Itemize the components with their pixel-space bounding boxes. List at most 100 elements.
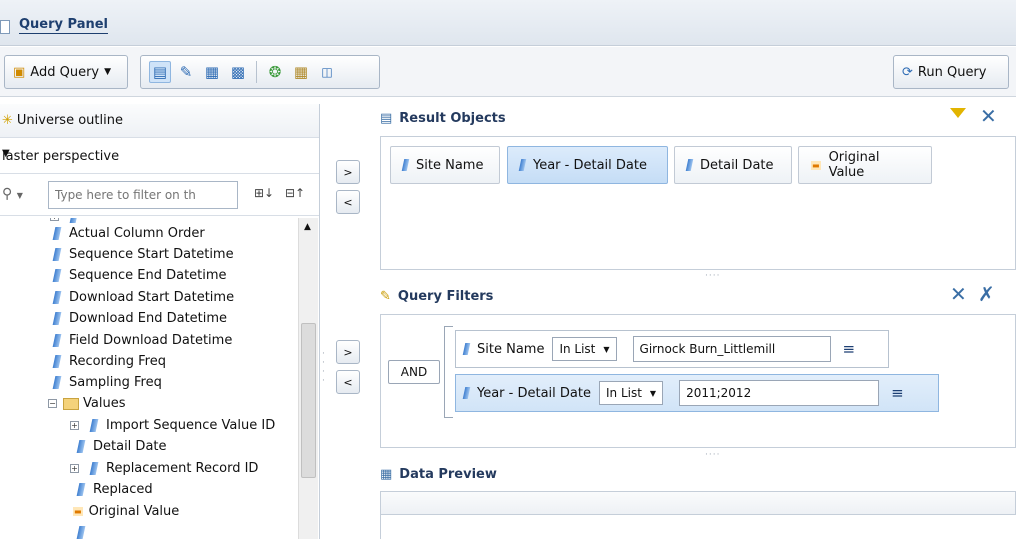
tree-item[interactable]: Sequence End Datetime [52, 265, 227, 286]
data-preview-column-header [380, 491, 1016, 515]
data-preview-title: Data Preview [399, 466, 497, 482]
tree-item[interactable]: + Replacement Record ID [70, 458, 258, 479]
query-filters-icon: ✎ [380, 288, 391, 304]
perspective-dropdown[interactable]: laster perspective ▼ [0, 138, 319, 174]
tree-item[interactable]: Replaced [76, 479, 153, 500]
combined-query-icon[interactable]: ❂ [264, 61, 286, 83]
dimension-icon [52, 312, 62, 325]
result-chip-detail-date[interactable]: Detail Date [674, 146, 792, 184]
tree-item[interactable]: Recording Freq [52, 351, 166, 372]
dimension-icon [76, 526, 86, 539]
filter-year-detail-date[interactable]: Year - Detail Date In List ▼ 2011;2012 ≡ [455, 374, 939, 412]
tree-item[interactable]: Field Download Datetime [52, 330, 232, 351]
universe-outline-header: ✳ Universe outline [0, 104, 319, 138]
filter-funnel-icon[interactable] [950, 108, 966, 118]
remove-filter-icon[interactable]: ✗ [978, 282, 995, 306]
measure-icon: ▬ [811, 160, 821, 170]
dimension-icon [685, 159, 694, 171]
tree-folder-values[interactable]: − Values [48, 393, 125, 414]
list-values-icon[interactable]: ≡ [843, 340, 856, 358]
tree-item[interactable]: ▬ Original Value [73, 501, 179, 522]
run-query-button[interactable]: ⟳ Run Query [893, 55, 1009, 89]
dimension-icon [89, 462, 99, 475]
dimension-icon [89, 419, 99, 432]
measure-icon: ▬ [73, 507, 83, 516]
tree-item[interactable]: Sequence Start Datetime [52, 244, 234, 265]
properties-icon[interactable]: ▦ [290, 61, 312, 83]
dimension-icon [52, 269, 62, 282]
tree-item-partial [76, 522, 93, 539]
add-query-label: Add Query [30, 64, 100, 80]
filter-value-input[interactable]: Girnock Burn_Littlemill [632, 336, 831, 362]
collapse-icon[interactable]: − [48, 399, 57, 408]
run-query-label: Run Query [917, 64, 987, 80]
list-values-icon[interactable]: ≡ [891, 384, 904, 402]
expand-icon[interactable]: + [70, 421, 79, 430]
data-preview-grid [380, 515, 1016, 539]
result-chip-original-value[interactable]: ▬ Original Value [798, 146, 932, 184]
remove-result-object-button[interactable]: < [336, 190, 360, 214]
grid-view-icon[interactable]: ▩ [227, 61, 249, 83]
filter-operator-select[interactable]: In List ▼ [552, 337, 617, 361]
outline-filter-input[interactable] [48, 181, 238, 209]
and-operator-button[interactable]: AND [388, 360, 440, 384]
title-bar: Query Panel [0, 0, 1016, 46]
chevron-down-icon: ▼ [649, 388, 657, 398]
scroll-up-icon[interactable]: ▲ [304, 222, 311, 232]
filter-operator-select[interactable]: In List ▼ [598, 381, 664, 405]
dimension-icon [52, 227, 62, 240]
clear-filters-icon[interactable]: ✕ [950, 282, 967, 306]
view-toolbar-group: ▤ ✎ ▦ ▩ ❂ ▦ ◫ [140, 55, 380, 89]
data-preview-header: ▦ Data Preview [378, 458, 1016, 490]
window-title: Query Panel [19, 17, 109, 34]
filter-options-icon[interactable]: ⚲ ▼ [2, 186, 23, 202]
view-sql-icon[interactable]: ◫ [316, 61, 338, 83]
dimension-icon [52, 355, 62, 368]
expand-icon: + [50, 218, 59, 221]
dimension-icon [52, 291, 62, 304]
query-filters-header: ✎ Query Filters [378, 280, 1016, 312]
dimension-icon [76, 440, 86, 453]
dimension-icon [462, 343, 471, 355]
remove-filter-button[interactable]: < [336, 370, 360, 394]
dimension-icon [518, 159, 527, 171]
add-result-object-button[interactable]: > [336, 160, 360, 184]
table-view-icon[interactable]: ▦ [201, 61, 223, 83]
query-filter-view-icon[interactable]: ✎ [175, 61, 197, 83]
outline-scrollbar[interactable]: ▲ [298, 218, 318, 539]
query-filters-title: Query Filters [397, 288, 494, 304]
tree-item[interactable]: Download End Datetime [52, 308, 227, 329]
scrollbar-thumb[interactable] [301, 323, 316, 478]
expand-icon[interactable]: + [70, 464, 79, 473]
result-chip-year-detail-date[interactable]: Year - Detail Date [507, 146, 668, 184]
tree-item[interactable]: Download Start Datetime [52, 287, 234, 308]
universe-outline-icon[interactable]: ▤ [149, 61, 171, 83]
tree-item[interactable]: Detail Date [76, 436, 167, 457]
chevron-down-icon: ▼ [2, 148, 10, 159]
filter-site-name[interactable]: Site Name In List ▼ Girnock Burn_Littlem… [455, 330, 889, 368]
add-filter-button[interactable]: > [336, 340, 360, 364]
add-query-icon: ▣ [13, 64, 26, 80]
filter-value-input[interactable]: 2011;2012 [679, 380, 880, 406]
clear-results-icon[interactable]: ✕ [980, 104, 997, 128]
tree-item[interactable]: Sampling Freq [52, 372, 162, 393]
add-query-button[interactable]: ▣ Add Query ▼ [4, 55, 128, 89]
tree-item[interactable]: + Import Sequence Value ID [70, 415, 275, 436]
result-chip-site-name[interactable]: Site Name [390, 146, 500, 184]
chevron-down-icon: ▼ [104, 67, 112, 77]
refresh-icon: ⟳ [902, 64, 913, 80]
filter-group-bracket [444, 326, 453, 418]
dimension-icon [52, 248, 62, 261]
universe-icon: ✳ [2, 113, 13, 128]
expand-all-icon[interactable]: ⊞↓ [254, 186, 274, 200]
universe-outline-panel: ✳ Universe outline laster perspective ▼ … [0, 104, 320, 539]
table-icon: ▦ [380, 466, 393, 482]
dimension-icon [76, 483, 86, 496]
dimension-icon [462, 387, 471, 399]
panel-resize-grip[interactable]: · · · · [322, 350, 325, 386]
toolbar: ▣ Add Query ▼ ▤ ✎ ▦ ▩ ❂ ▦ ◫ ⟳ Run Query [0, 47, 1016, 97]
collapse-all-icon[interactable]: ⊟↑ [285, 186, 305, 200]
window-icon [0, 20, 10, 34]
folder-icon [63, 397, 79, 410]
tree-item[interactable]: Actual Column Order [52, 223, 205, 244]
